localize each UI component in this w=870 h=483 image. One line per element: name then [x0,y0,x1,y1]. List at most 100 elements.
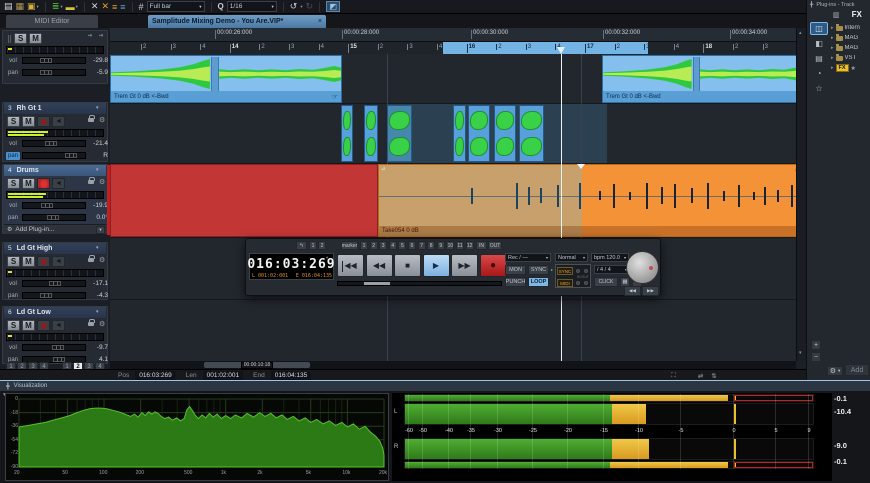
object-lasso-icon[interactable]: ≡ [112,2,117,12]
add-plugin-button[interactable]: ⚙Add Plug-in...▾ [4,224,106,234]
pan-slider-handle[interactable] [47,215,59,220]
clip-edit-icon[interactable]: ⊿ [381,166,387,172]
solo-button[interactable]: S [7,320,20,331]
audio-clip-rhythm[interactable] [387,105,412,162]
visualization-header[interactable]: ╋ Visualization [0,380,870,391]
audio-clip-rhythm[interactable] [364,105,378,162]
track-vol-slider[interactable] [22,140,86,147]
collapse-caret-icon[interactable]: ▾ [96,105,99,111]
jog-forward-button[interactable]: ▶▶ [642,286,659,296]
track-vol-slider[interactable] [22,280,86,287]
object-editor-icon-caret[interactable]: ▾ [60,4,62,10]
grid-icon[interactable]: # [139,2,144,12]
speaker-mute-button[interactable]: ◄ [52,116,65,127]
punch-button[interactable]: PUNCH [505,277,526,287]
mute-button[interactable]: M [22,116,35,127]
snap-grid-dropdown[interactable]: Full bar▾ [147,1,205,12]
scrub-thumb[interactable] [364,282,390,285]
marker-button-1[interactable]: 1 [360,241,368,250]
open-project-icon[interactable]: ▦ [16,1,25,12]
jog-wheel[interactable] [626,251,659,284]
audio-clip-trem[interactable]: Trem Gt 0 dB <-Bwd☞ [110,55,342,103]
quantize-dropdown[interactable]: 1/16▾ [227,1,277,12]
mute-button[interactable]: M [22,178,35,189]
click-button[interactable]: CLICK [594,277,618,287]
transport-stop-button[interactable]: ■ [394,254,421,277]
universal-mode-icon[interactable]: ≡ [120,2,125,12]
transport-forward-button[interactable]: ▶▶ [451,254,478,277]
jog-back-button[interactable]: ◀◀ [624,286,641,296]
track-title-bar[interactable]: 5Ld Gt High▾ [4,243,106,254]
marker-button-4[interactable]: 4 [389,241,397,250]
vol-slider-handle[interactable] [52,345,64,350]
layout-icon[interactable]: ▪▾ [88,33,92,39]
vol-slider-handle[interactable] [40,58,52,63]
chevron-down-icon[interactable]: ▾ [96,226,105,234]
marker-button-10[interactable]: 10 [446,241,454,250]
recent-view-icon[interactable]: ◔ [810,67,828,80]
audio-clip-drums[interactable]: Take054 0 dB⊿◉ [378,164,806,237]
tree-item-mag2[interactable]: ▸MAG [831,43,870,53]
track-pan-slider[interactable] [22,152,86,159]
chevron-down-icon[interactable]: ▾ [326,255,332,260]
keys-view-icon[interactable]: ▤ [810,52,828,65]
vol-slider-handle[interactable] [41,203,53,208]
track-title-bar[interactable]: 6Ld Gt Low▾ [4,307,106,318]
marker-label-button[interactable]: marker [341,241,358,250]
pan-slider-handle[interactable] [65,153,77,158]
marker-button-3[interactable]: 3 [379,241,387,250]
transport-play-button[interactable]: ▶ [423,254,450,277]
audio-clip-rhythm[interactable] [519,105,544,162]
record-arm-button[interactable] [37,256,50,267]
marker-button-8[interactable]: 8 [427,241,435,250]
grid-options-icon[interactable]: ▪▾ [99,33,103,39]
add-plugin-button[interactable]: Add [845,364,869,376]
tab-project[interactable]: Samplitude Mixing Demo - You Are.VIP* × [148,15,326,28]
audio-clip-trem[interactable]: Trem Gt 0 dB <-Bwd☞ [602,55,806,103]
pan-slider-handle[interactable] [40,293,52,298]
punch-out-button[interactable]: OUT [488,241,502,250]
marker-button-9[interactable]: 9 [437,241,445,250]
panel-plus-button[interactable]: + [811,340,821,350]
save-project-icon-caret[interactable]: ▾ [37,4,39,10]
audio-clip-rhythm[interactable] [341,105,353,162]
collapse-caret-icon[interactable]: ▾ [96,245,99,251]
transport-scrub-slider[interactable] [337,281,502,286]
audio-clip-rhythm[interactable] [468,105,490,162]
transport-preset-1[interactable]: 1 [309,241,317,250]
record-arm-button[interactable] [37,320,50,331]
track-pan-slider[interactable] [22,69,86,76]
transport-rewind-button[interactable]: ◀◀ [366,254,393,277]
track-vol-slider[interactable] [22,57,86,64]
tree-item-intern0[interactable]: ▸Intern [831,23,870,33]
tree-item-fx4[interactable]: ▸FX★ [831,63,870,73]
collapse-caret-icon[interactable]: ▾ [96,309,99,315]
hzoom-icon[interactable]: ⇄ [698,372,703,380]
tree-item-mag1[interactable]: ▸MAG [831,33,870,43]
mute-button[interactable]: M [22,256,35,267]
track-vol-slider[interactable] [22,202,86,209]
track-pan-slider[interactable] [22,214,86,221]
object-editor-icon[interactable]: ≣ ▾ [52,1,63,12]
speaker-mute-button[interactable]: ◄ [52,256,65,267]
mouse-mode-icon[interactable]: ✕ [91,1,99,12]
marker-button-11[interactable]: 11 [456,241,464,250]
record-arm-button[interactable] [37,178,50,189]
collapse-caret-icon[interactable]: ▾ [96,167,99,173]
panel-settings-button[interactable]: ⚙▾ [827,366,843,376]
mute-button[interactable]: M [29,33,42,44]
marker-button-7[interactable]: 7 [418,241,426,250]
panel-move-icon[interactable]: ╋ [810,2,813,8]
marker-button-6[interactable]: 6 [408,241,416,250]
gear-icon[interactable]: ⚙ [99,178,105,186]
gear-icon[interactable]: ⚙ [99,320,105,328]
tab-close-icon[interactable]: × [318,18,322,25]
solo-button[interactable]: S [7,116,20,127]
split-mode-icon[interactable]: ✕ [101,1,109,12]
vzoom-icon[interactable]: ⇅ [711,372,716,380]
tab-midi-editor[interactable]: MIDI Editor [6,15,98,28]
play-mode-dropdown[interactable]: Normal▾ [555,253,588,262]
solo-button[interactable]: S [7,256,20,267]
tempo-dropdown[interactable]: bpm 120.0▾ [591,253,629,262]
solo-button[interactable]: S [7,178,20,189]
